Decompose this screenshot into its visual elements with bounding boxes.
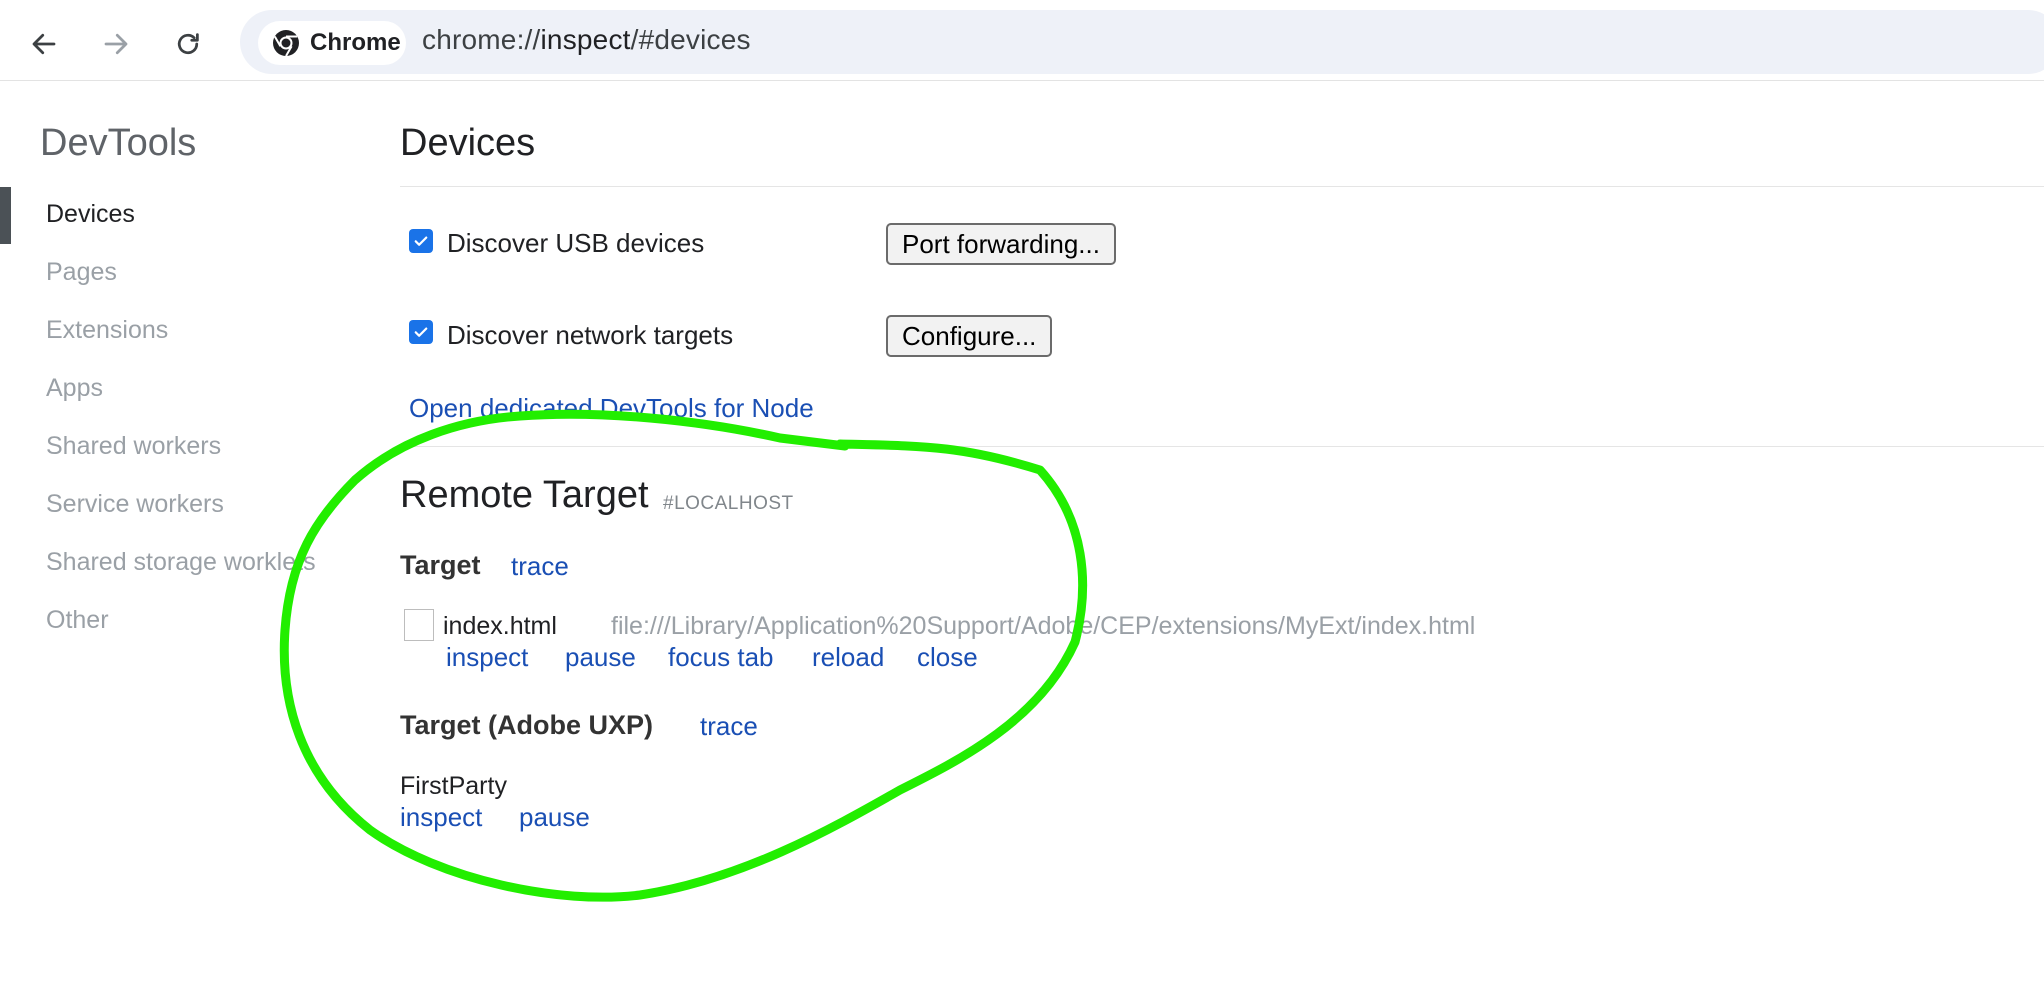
url-host: inspect bbox=[540, 24, 631, 55]
discover-network-label: Discover network targets bbox=[447, 320, 734, 350]
page-favicon bbox=[404, 609, 434, 641]
site-info-chip[interactable]: Chrome bbox=[258, 21, 406, 65]
sidebar-item-extensions[interactable]: Extensions bbox=[46, 316, 168, 345]
discover-usb-checkbox[interactable] bbox=[409, 229, 433, 253]
port-forwarding-button[interactable]: Port forwarding... bbox=[886, 223, 1116, 265]
trace-link[interactable]: trace bbox=[511, 551, 569, 582]
discover-usb-label: Discover USB devices bbox=[447, 228, 705, 258]
sidebar-item-devices[interactable]: Devices bbox=[46, 200, 135, 229]
reload-button[interactable] bbox=[164, 20, 212, 68]
sidebar-item-shared-storage-worklets[interactable]: Shared storage worklets bbox=[46, 548, 316, 577]
reload-icon bbox=[177, 33, 199, 55]
sidebar-item-shared-workers[interactable]: Shared workers bbox=[46, 432, 221, 461]
remote-target-title: Remote Target bbox=[400, 474, 649, 516]
active-indicator bbox=[0, 187, 11, 244]
target-name: FirstParty bbox=[400, 772, 507, 800]
sidebar-item-service-workers[interactable]: Service workers bbox=[46, 490, 224, 519]
sidebar-item-other[interactable]: Other bbox=[46, 606, 109, 635]
url-path: /#devices bbox=[630, 24, 751, 55]
title-divider bbox=[400, 186, 2044, 187]
sidebar-title: DevTools bbox=[40, 122, 197, 164]
open-node-devtools-link[interactable]: Open dedicated DevTools for Node bbox=[409, 393, 814, 424]
url-scheme: chrome:// bbox=[422, 24, 541, 55]
target-url: file:///Library/Application%20Support/Ad… bbox=[611, 612, 1476, 640]
inspect-link[interactable]: inspect bbox=[400, 802, 482, 833]
pause-link[interactable]: pause bbox=[519, 802, 590, 833]
target-group-heading: Target (Adobe UXP) bbox=[400, 710, 654, 740]
main-content: Devices Discover USB devices Port forwar… bbox=[400, 80, 2044, 900]
checkmark-icon bbox=[414, 236, 428, 246]
remote-target-tag: #LOCALHOST bbox=[663, 493, 794, 514]
target-group-heading: Target bbox=[400, 550, 481, 580]
arrow-left-icon bbox=[32, 33, 56, 55]
sidebar-item-pages[interactable]: Pages bbox=[46, 258, 117, 287]
chip-label: Chrome bbox=[310, 29, 401, 56]
url-text[interactable]: chrome://inspect/#devices bbox=[422, 24, 751, 56]
trace-link[interactable]: trace bbox=[700, 711, 758, 742]
browser-toolbar: Chrome chrome://inspect/#devices bbox=[0, 0, 2044, 81]
sidebar-item-apps[interactable]: Apps bbox=[46, 374, 103, 403]
checkmark-icon bbox=[414, 327, 428, 337]
target-name: index.html bbox=[443, 612, 557, 640]
reload-link[interactable]: reload bbox=[812, 642, 884, 673]
inspect-link[interactable]: inspect bbox=[446, 642, 528, 673]
chrome-logo-icon bbox=[273, 30, 299, 57]
discover-network-checkbox[interactable] bbox=[409, 320, 433, 344]
forward-button[interactable] bbox=[92, 20, 140, 68]
arrow-right-icon bbox=[104, 33, 128, 55]
sidebar: DevTools Devices Pages Extensions Apps S… bbox=[0, 80, 390, 900]
configure-button[interactable]: Configure... bbox=[886, 315, 1053, 357]
focus-tab-link[interactable]: focus tab bbox=[668, 642, 774, 673]
page-title: Devices bbox=[400, 122, 536, 164]
pause-link[interactable]: pause bbox=[565, 642, 636, 673]
close-link[interactable]: close bbox=[917, 642, 978, 673]
section-divider bbox=[400, 446, 2044, 447]
back-button[interactable] bbox=[20, 20, 68, 68]
